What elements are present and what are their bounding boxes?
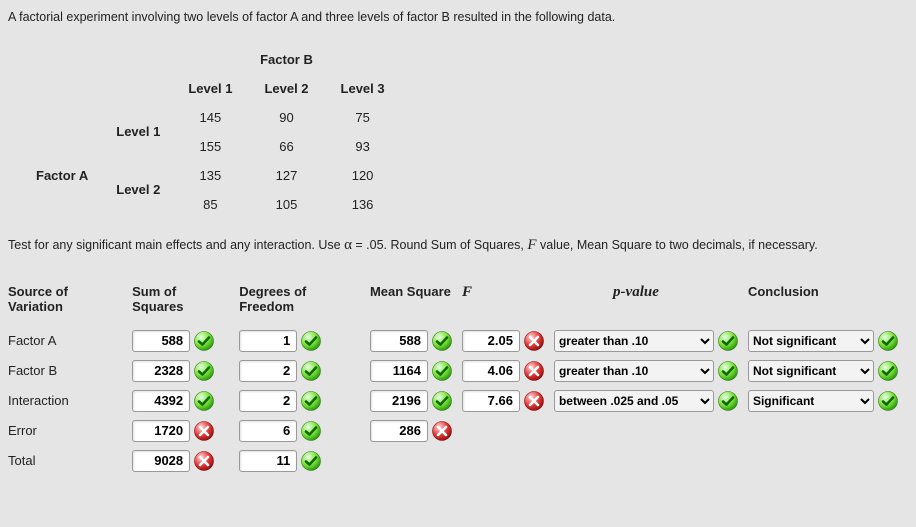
input-e-ms[interactable]	[370, 420, 428, 442]
row-total: Total	[8, 446, 908, 476]
cell-a1b1-r1: 145	[172, 103, 248, 132]
check-icon	[301, 361, 321, 381]
factor-b-header: Factor B	[172, 45, 400, 74]
check-icon	[878, 361, 898, 381]
row-factor-b: Factor B greater than .10 Not significan…	[8, 356, 908, 386]
check-icon	[878, 331, 898, 351]
select-b-c[interactable]: Not significant	[748, 360, 874, 382]
hdr-f: F	[462, 282, 554, 326]
check-icon	[432, 361, 452, 381]
select-a-p[interactable]: greater than .10	[554, 330, 714, 352]
cell-a1b3-r2: 93	[325, 132, 401, 161]
label-factor-a: Factor A	[8, 326, 132, 356]
row-level-1: Level 1	[100, 103, 172, 161]
input-a-ss[interactable]	[132, 330, 190, 352]
hdr-df: Degrees of Freedom	[239, 282, 370, 326]
input-b-f[interactable]	[462, 360, 520, 382]
cell-a2b1-r1: 135	[172, 161, 248, 190]
cell-a2b3-r1: 120	[325, 161, 401, 190]
select-b-p[interactable]: greater than .10	[554, 360, 714, 382]
label-factor-b: Factor B	[8, 356, 132, 386]
check-icon	[432, 331, 452, 351]
check-icon	[718, 331, 738, 351]
col-level-2: Level 2	[248, 74, 324, 103]
x-icon	[194, 451, 214, 471]
factor-a-header: Factor A	[20, 132, 100, 219]
check-icon	[194, 361, 214, 381]
hdr-p: p-value	[554, 282, 748, 326]
x-icon	[194, 421, 214, 441]
check-icon	[301, 451, 321, 471]
input-i-ss[interactable]	[132, 390, 190, 412]
check-icon	[194, 391, 214, 411]
label-total: Total	[8, 446, 132, 476]
input-i-f[interactable]	[462, 390, 520, 412]
input-e-ss[interactable]	[132, 420, 190, 442]
x-icon	[524, 331, 544, 351]
select-a-c[interactable]: Not significant	[748, 330, 874, 352]
anova-table: Source of Variation Sum of Squares Degre…	[8, 282, 908, 476]
label-interaction: Interaction	[8, 386, 132, 416]
check-icon	[718, 391, 738, 411]
problem-statement: A factorial experiment involving two lev…	[8, 8, 908, 27]
input-b-ms[interactable]	[370, 360, 428, 382]
cell-a2b1-r2: 85	[172, 190, 248, 219]
cell-a1b2-r1: 90	[248, 103, 324, 132]
cell-a2b2-r2: 105	[248, 190, 324, 219]
input-t-df[interactable]	[239, 450, 297, 472]
check-icon	[301, 331, 321, 351]
x-icon	[524, 361, 544, 381]
select-i-p[interactable]: between .025 and .05	[554, 390, 714, 412]
row-interaction: Interaction between .025 and .05 Signifi…	[8, 386, 908, 416]
cell-a2b3-r2: 136	[325, 190, 401, 219]
cell-a1b1-r2: 155	[172, 132, 248, 161]
check-icon	[194, 331, 214, 351]
check-icon	[718, 361, 738, 381]
hdr-ms: Mean Square	[370, 282, 462, 326]
input-b-ss[interactable]	[132, 360, 190, 382]
hdr-ss: Sum of Squares	[132, 282, 239, 326]
row-error: Error	[8, 416, 908, 446]
hdr-sov: Source of Variation	[8, 282, 132, 326]
input-a-df[interactable]	[239, 330, 297, 352]
cell-a2b2-r1: 127	[248, 161, 324, 190]
input-a-f[interactable]	[462, 330, 520, 352]
input-i-df[interactable]	[239, 390, 297, 412]
check-icon	[301, 421, 321, 441]
data-table: Factor B Level 1 Level 2 Level 3 Level 1…	[20, 45, 401, 219]
input-b-df[interactable]	[239, 360, 297, 382]
cell-a1b2-r2: 66	[248, 132, 324, 161]
check-icon	[878, 391, 898, 411]
x-icon	[432, 421, 452, 441]
check-icon	[301, 391, 321, 411]
input-e-df[interactable]	[239, 420, 297, 442]
label-error: Error	[8, 416, 132, 446]
x-icon	[524, 391, 544, 411]
input-t-ss[interactable]	[132, 450, 190, 472]
row-level-2: Level 2	[100, 161, 172, 219]
cell-a1b3-r1: 75	[325, 103, 401, 132]
col-level-3: Level 3	[325, 74, 401, 103]
row-factor-a: Factor A greater than .10 Not significan…	[8, 326, 908, 356]
hdr-conc: Conclusion	[748, 282, 908, 326]
check-icon	[432, 391, 452, 411]
select-i-c[interactable]: Significant	[748, 390, 874, 412]
col-level-1: Level 1	[172, 74, 248, 103]
input-a-ms[interactable]	[370, 330, 428, 352]
instructions: Test for any significant main effects an…	[8, 237, 908, 254]
input-i-ms[interactable]	[370, 390, 428, 412]
